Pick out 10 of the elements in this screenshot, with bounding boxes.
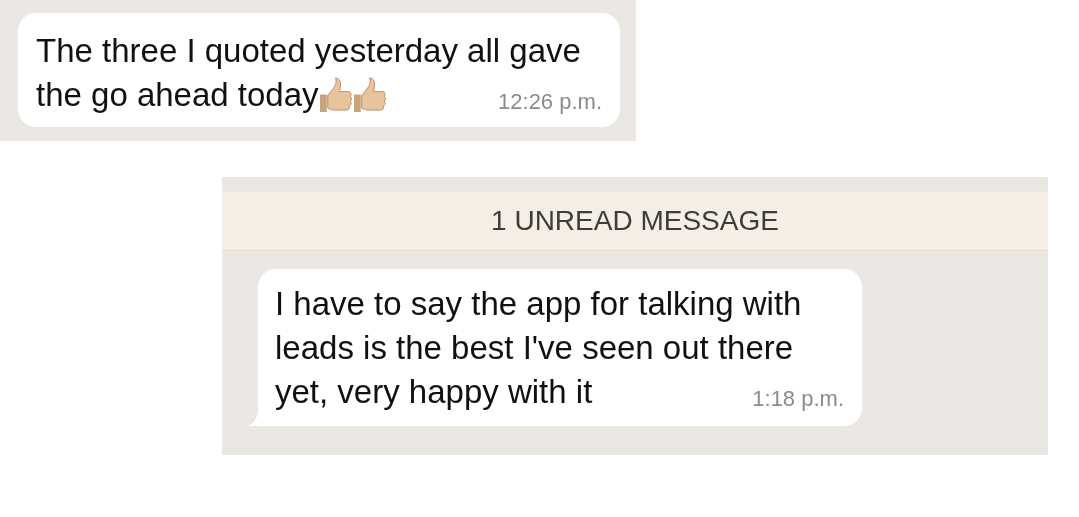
thumbs-up-icon: [318, 77, 353, 113]
message-time: 1:18 p.m.: [752, 386, 844, 413]
message-text: leads is the best I've seen out there: [275, 328, 795, 368]
message-text: the go ahead today: [36, 75, 319, 115]
thumbs-up-icon: [352, 77, 387, 113]
message-text: I have to say the app for talking with: [275, 284, 803, 324]
message-text: The three I quoted yesterday all gave: [36, 31, 582, 71]
message-text: yet, very happy with it: [275, 372, 593, 412]
message-time: 12:26 p.m.: [498, 89, 602, 116]
unread-banner: 1 UNREAD MESSAGE: [222, 192, 1048, 251]
